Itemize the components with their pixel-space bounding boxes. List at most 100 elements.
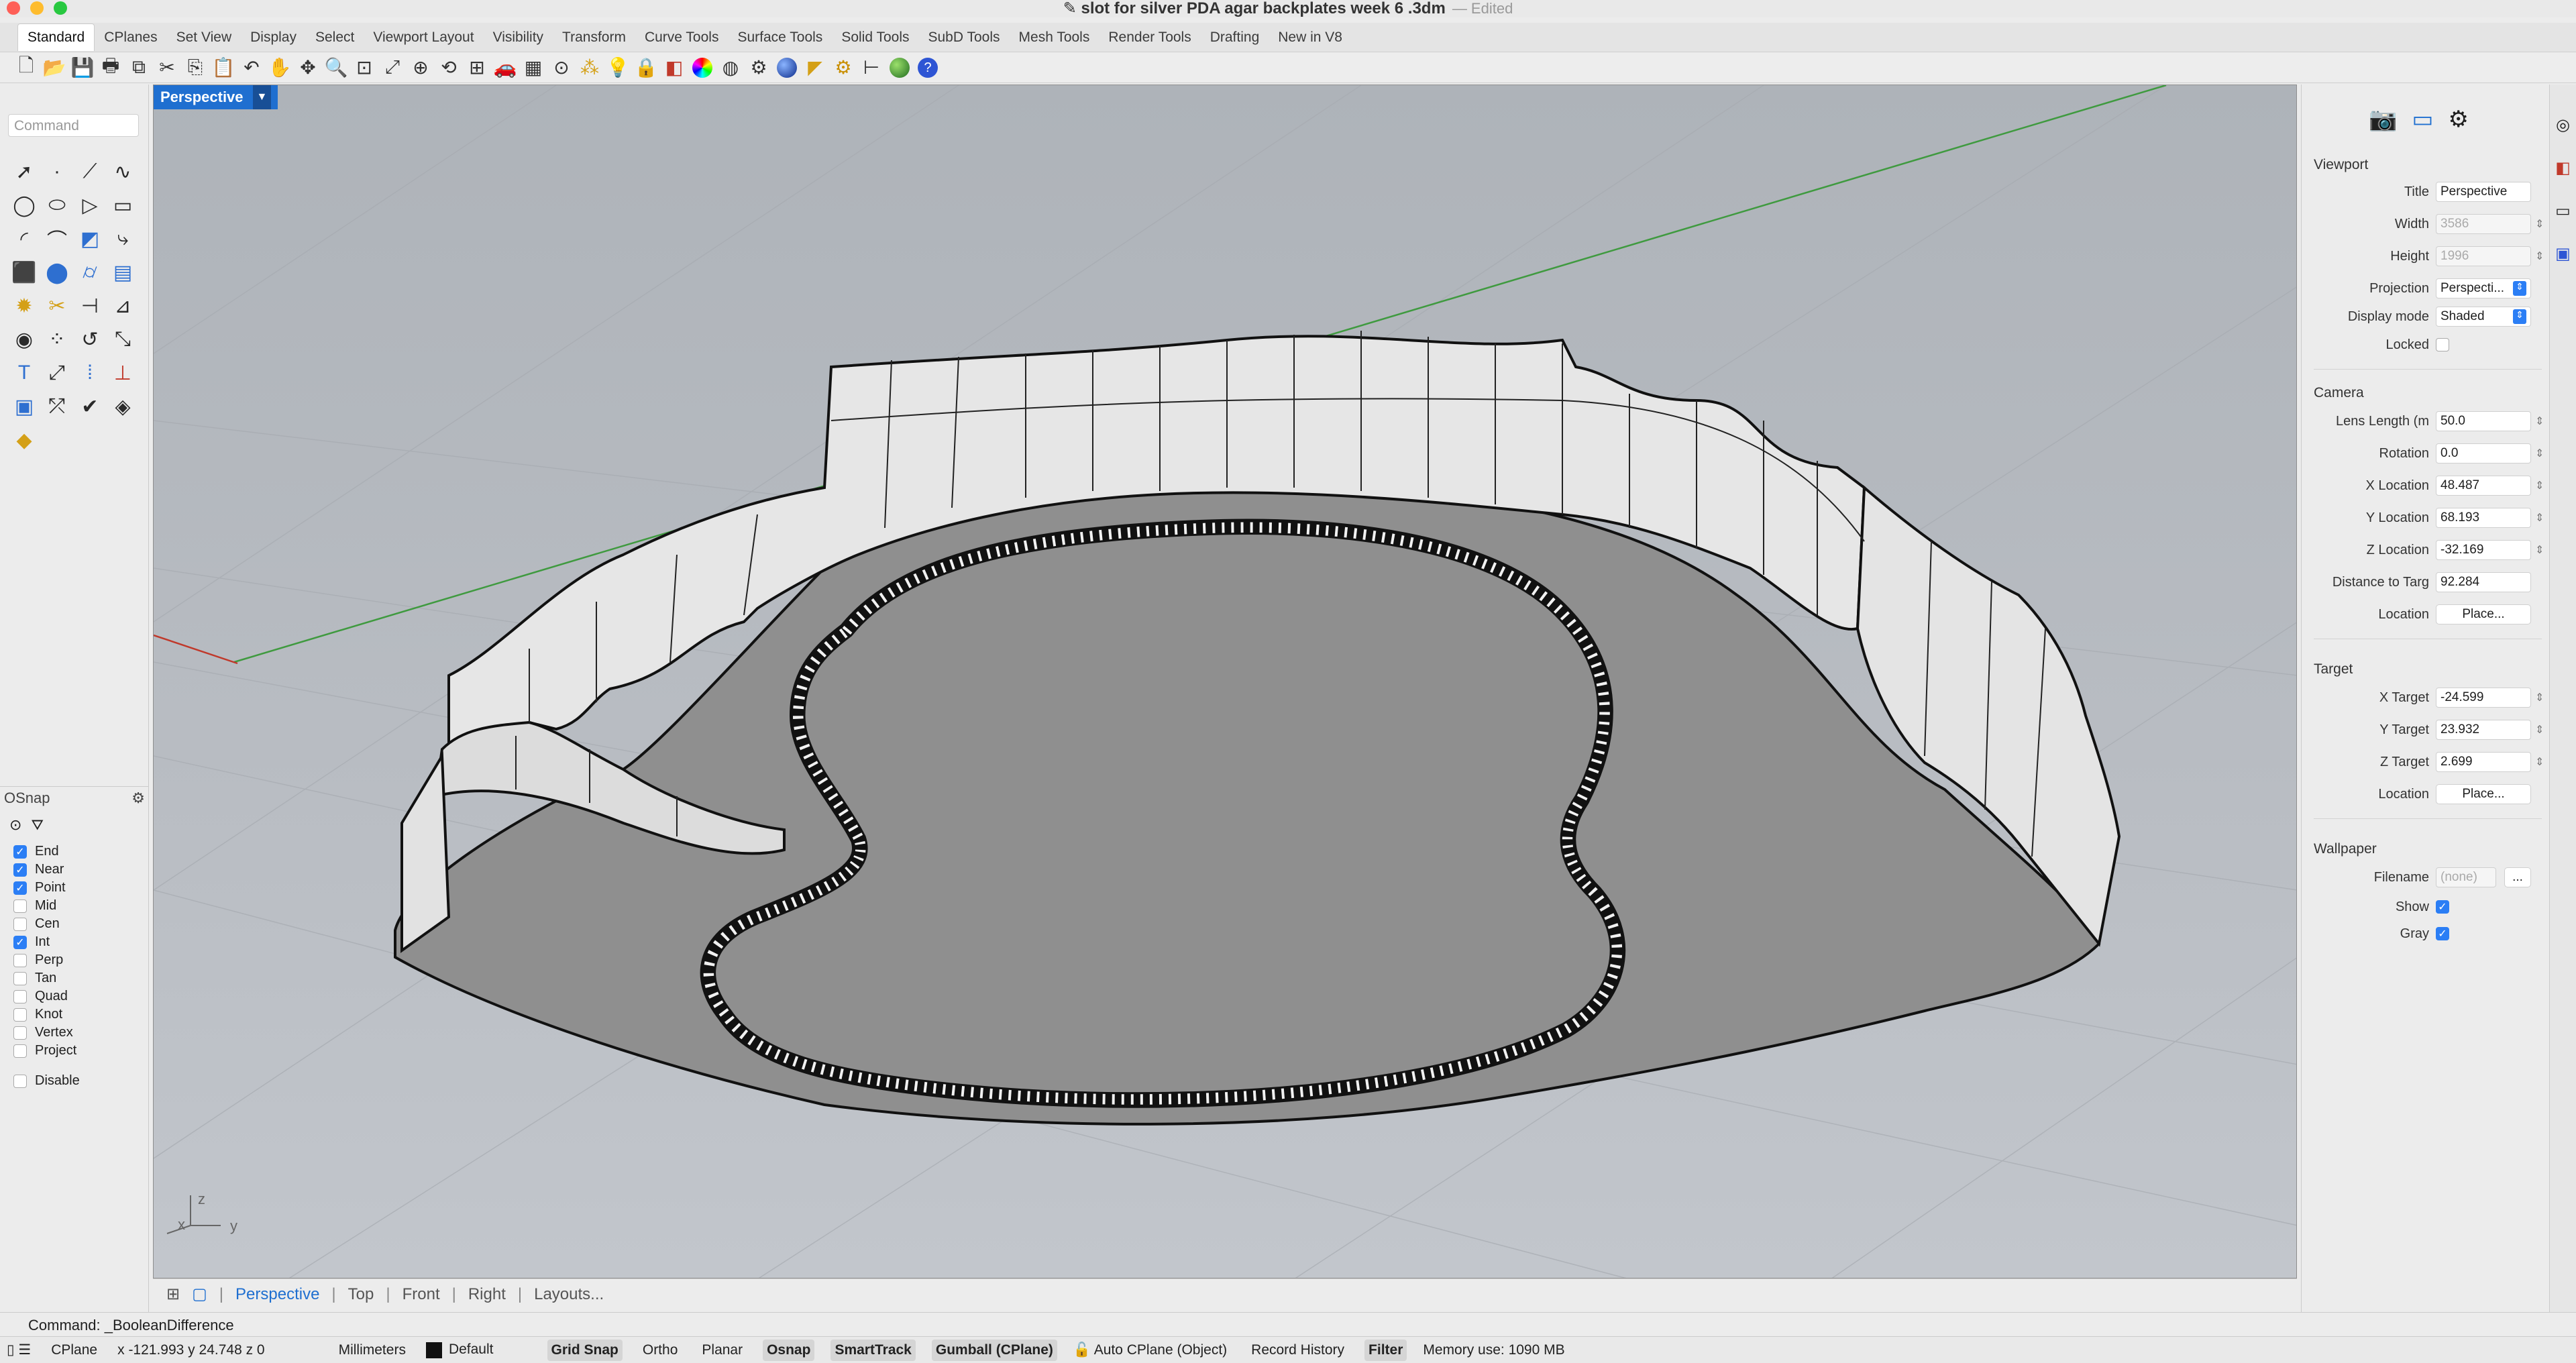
spotlight-icon[interactable]: ◤ [802, 55, 828, 80]
scale-icon[interactable]: ⤱ [42, 392, 72, 421]
circle-icon[interactable]: ◯ [9, 190, 39, 220]
stepper-icon[interactable]: ⇕ [2535, 543, 2544, 557]
x-target-field[interactable]: -24.599 [2436, 688, 2531, 708]
stepper-icon[interactable]: ⇕ [2535, 755, 2544, 769]
viewport-properties-icon[interactable]: ▭ [2412, 106, 2433, 133]
osnap-disable-checkbox[interactable] [13, 1074, 27, 1088]
osnap-item[interactable]: Perp [13, 951, 80, 969]
osnap-checkbox[interactable]: ✓ [13, 935, 27, 949]
zoom-window-button[interactable] [54, 1, 67, 15]
globe-icon[interactable] [887, 55, 912, 80]
single-viewport-icon[interactable]: ▢ [192, 1285, 207, 1304]
open-folder-icon[interactable]: 📂 [42, 55, 67, 80]
z-target-field[interactable]: 2.699 [2436, 752, 2531, 772]
ortho-toggle[interactable]: Ortho [639, 1340, 682, 1361]
new-file-icon[interactable]: 🗋 [13, 55, 39, 80]
arc-icon[interactable]: ◜ [9, 224, 39, 254]
car-icon[interactable]: 🚗 [492, 55, 518, 80]
filename-field[interactable]: (none) [2436, 867, 2496, 887]
osnap-toggle[interactable]: Osnap [763, 1339, 815, 1361]
curve-icon[interactable]: ∿ [108, 157, 138, 186]
explode-icon[interactable]: ✹ [9, 291, 39, 321]
extend-icon[interactable]: ⊿ [108, 291, 138, 321]
zoom-extents-icon[interactable]: ⤢ [380, 55, 405, 80]
osnap-item[interactable]: Vertex [13, 1024, 80, 1042]
four-view-icon[interactable]: ⊞ [464, 55, 490, 80]
import-icon[interactable]: ⧉ [126, 55, 152, 80]
osnap-checkbox[interactable] [13, 1044, 27, 1058]
display-icon[interactable]: ▭ [2550, 189, 2576, 232]
tab-set-view[interactable]: Set View [167, 24, 241, 51]
tab-surface-tools[interactable]: Surface Tools [728, 24, 832, 51]
distance-field[interactable]: 92.284 [2436, 572, 2531, 592]
tab-mesh-tools[interactable]: Mesh Tools [1010, 24, 1099, 51]
edit-points-icon[interactable]: ⤡ [108, 325, 138, 354]
osnap-checkbox[interactable]: ✓ [13, 844, 27, 859]
undo-icon[interactable]: ↶ [239, 55, 264, 80]
osnap-checkbox[interactable]: ✓ [13, 863, 27, 877]
y-target-field[interactable]: 23.932 [2436, 720, 2531, 740]
title-field[interactable]: Perspective [2436, 182, 2531, 202]
array-icon[interactable]: ⁞ [75, 358, 105, 388]
chevron-down-icon[interactable]: ▼ [252, 85, 272, 109]
tab-drafting[interactable]: Drafting [1201, 24, 1269, 51]
cplane-label[interactable]: CPlane [51, 1342, 97, 1358]
tab-transform[interactable]: Transform [553, 24, 635, 51]
minimize-window-button[interactable] [30, 1, 44, 15]
print-icon[interactable]: 🖶 [98, 55, 123, 80]
zoom-icon[interactable]: 🔍 [323, 55, 349, 80]
zoom-window-icon[interactable]: ⊡ [352, 55, 377, 80]
tab-new-in-v8[interactable]: New in V8 [1269, 24, 1352, 51]
box-icon[interactable]: ⬛ [9, 258, 39, 287]
osnap-checkbox[interactable] [13, 917, 27, 931]
dimension-tool-icon[interactable]: ⤢ [42, 358, 72, 388]
z-location-field[interactable]: -32.169 [2436, 540, 2531, 560]
polygon-icon[interactable]: ▷ [75, 190, 105, 220]
paste-icon[interactable]: 📋 [211, 55, 236, 80]
trim-icon[interactable]: ✂ [42, 291, 72, 321]
subd-icon[interactable]: ◉ [9, 325, 39, 354]
osnap-mode-icon[interactable]: ⊙ [9, 816, 21, 834]
tab-curve-tools[interactable]: Curve Tools [635, 24, 729, 51]
stepper-icon[interactable]: ⇕ [2535, 447, 2544, 460]
camera-icon[interactable]: 📷 [2369, 106, 2397, 133]
grid-icon[interactable]: ▦ [521, 55, 546, 80]
show-checkbox[interactable]: ✓ [2436, 900, 2449, 914]
osnap-item[interactable]: Knot [13, 1005, 80, 1024]
tab-standard[interactable]: Standard [17, 23, 95, 51]
record-history-toggle[interactable]: Record History [1247, 1340, 1348, 1361]
osnap-item[interactable]: Project [13, 1042, 80, 1060]
options-gears-icon[interactable]: ⚙ [830, 55, 856, 80]
viewport-grid-icon[interactable]: ⊞ [166, 1285, 180, 1304]
select-arrow-icon[interactable]: ➚ [9, 157, 39, 186]
lens-field[interactable]: 50.0 [2436, 411, 2531, 431]
gray-checkbox[interactable]: ✓ [2436, 927, 2449, 940]
copy-icon[interactable]: ⎘ [182, 55, 208, 80]
render-icon[interactable]: ⚙ [746, 55, 771, 80]
tab-perspective[interactable]: Perspective [235, 1285, 319, 1304]
smarttrack-toggle[interactable]: SmartTrack [830, 1339, 916, 1361]
target-place-button[interactable]: Place... [2436, 784, 2531, 804]
split-icon[interactable]: ⊣ [75, 291, 105, 321]
rotate-view-icon[interactable]: ⟲ [436, 55, 462, 80]
osnap-disable-item[interactable]: Disable [13, 1072, 80, 1090]
tab-viewport-layout[interactable]: Viewport Layout [364, 24, 483, 51]
cylinder-icon[interactable]: ⌭ [75, 258, 105, 287]
planar-toggle[interactable]: Planar [698, 1340, 747, 1361]
object-properties-icon[interactable]: ⚙ [2448, 106, 2468, 133]
move-view-icon[interactable]: ✥ [295, 55, 321, 80]
projection-select[interactable]: Perspecti... ⇕ [2436, 278, 2531, 298]
stepper-icon[interactable]: ⇕ [2535, 511, 2544, 525]
osnap-checkbox[interactable] [13, 1007, 27, 1022]
layer-icon[interactable]: ◧ [661, 55, 687, 80]
units-label[interactable]: Millimeters [339, 1342, 406, 1358]
y-location-field[interactable]: 68.193 [2436, 508, 2531, 528]
osnap-checkbox[interactable] [13, 1026, 27, 1040]
osnap-checkbox[interactable]: ✓ [13, 881, 27, 895]
osnap-item[interactable]: Mid [13, 897, 80, 915]
layers-icon[interactable]: ◧ [2550, 146, 2576, 189]
layer-indicator[interactable]: Default [425, 1342, 494, 1358]
osnap-item[interactable]: Cen [13, 915, 80, 933]
material-sphere-icon[interactable] [774, 55, 800, 80]
locked-checkbox[interactable] [2436, 338, 2449, 351]
